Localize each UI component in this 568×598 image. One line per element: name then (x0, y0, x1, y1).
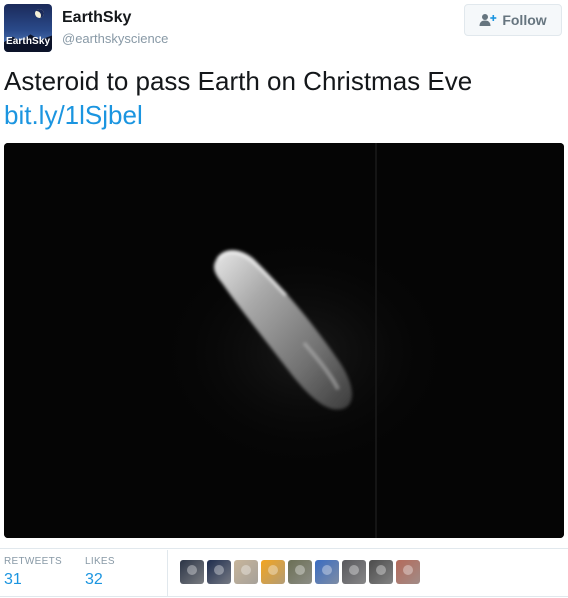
retweets-count: 31 (4, 571, 22, 588)
liker-avatar[interactable] (207, 560, 231, 584)
likes-label: LIKES (85, 556, 115, 567)
account-handle[interactable]: @earthskyscience (62, 31, 168, 46)
liker-avatar[interactable] (369, 560, 393, 584)
tweet-body: Asteroid to pass Earth on Christmas Eve (4, 66, 473, 96)
liker-silhouette-icon (241, 565, 251, 575)
liker-avatars (180, 560, 420, 584)
tweet-media-image[interactable] (4, 143, 564, 538)
liker-avatar[interactable] (234, 560, 258, 584)
liker-silhouette-icon (403, 565, 413, 575)
asteroid-radar-image (4, 143, 564, 538)
avatar-logo-text: EarthSky (6, 36, 51, 47)
liker-silhouette-icon (349, 565, 359, 575)
liker-avatar[interactable] (180, 560, 204, 584)
stats-divider-bottom (0, 596, 568, 597)
account-display-name[interactable]: EarthSky (62, 9, 131, 27)
liker-silhouette-icon (268, 565, 278, 575)
retweets-stat[interactable]: RETWEETS 31 (4, 556, 62, 589)
follow-button[interactable]: Follow (464, 4, 562, 36)
liker-avatar[interactable] (315, 560, 339, 584)
stats-divider-top (0, 548, 568, 549)
liker-silhouette-icon (295, 565, 305, 575)
moon-icon (35, 9, 44, 18)
liker-silhouette-icon (322, 565, 332, 575)
liker-avatar[interactable] (261, 560, 285, 584)
liker-avatar[interactable] (396, 560, 420, 584)
liker-avatar[interactable] (288, 560, 312, 584)
tweet-text: Asteroid to pass Earth on Christmas Eve … (4, 64, 564, 132)
tweet-link[interactable]: bit.ly/1lSjbel (4, 98, 564, 132)
retweets-label: RETWEETS (4, 556, 62, 567)
likes-stat[interactable]: LIKES 32 (85, 556, 115, 589)
likes-count: 32 (85, 571, 103, 588)
follow-button-label: Follow (502, 12, 547, 28)
account-avatar[interactable]: EarthSky (4, 4, 52, 52)
add-user-icon (479, 13, 497, 27)
stats-separator (167, 550, 168, 596)
liker-silhouette-icon (214, 565, 224, 575)
liker-silhouette-icon (187, 565, 197, 575)
liker-avatar[interactable] (342, 560, 366, 584)
liker-silhouette-icon (376, 565, 386, 575)
